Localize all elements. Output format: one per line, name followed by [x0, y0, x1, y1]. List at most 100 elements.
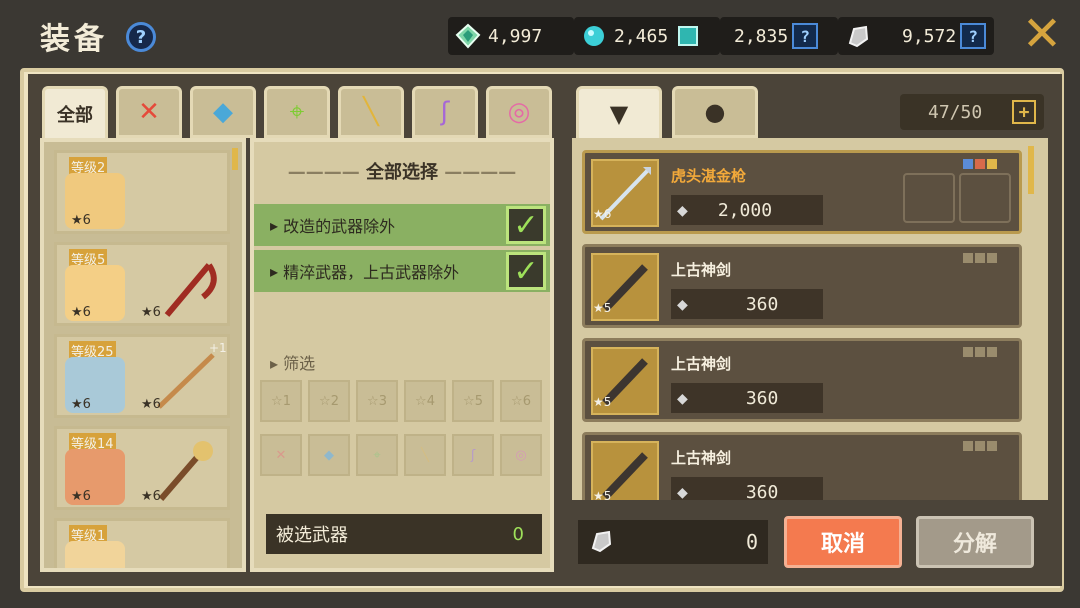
- tab-staff[interactable]: ʃ: [412, 86, 478, 138]
- type-filter-staff[interactable]: ʃ: [452, 434, 494, 476]
- inventory-count: 47/50 +: [900, 94, 1044, 130]
- star-filter-3[interactable]: ☆ 3: [356, 380, 398, 422]
- scrollbar[interactable]: [1028, 146, 1034, 194]
- resource-gem: 2,465: [574, 17, 720, 55]
- star-filter-1[interactable]: ☆ 1: [260, 380, 302, 422]
- inventory-count-value: 47/50: [928, 101, 983, 123]
- resource-value: 2,835: [734, 25, 789, 47]
- hero-star: ★6: [71, 489, 91, 504]
- lock-slot[interactable]: [959, 173, 1011, 223]
- page-title: 装备: [40, 22, 108, 57]
- weapon-star: ★6: [593, 207, 612, 221]
- resource-ore: 9,572 ?: [838, 17, 994, 55]
- sword-icon: ✕: [138, 97, 160, 127]
- type-filter-sword[interactable]: ✕: [260, 434, 302, 476]
- tab-rifle[interactable]: ╲: [338, 86, 404, 138]
- staff-icon: ʃ: [440, 97, 450, 127]
- option-label: 精淬武器，上古武器除外: [283, 263, 460, 282]
- resource-cube: 2,835 ?: [720, 17, 838, 55]
- hero-star: ★6: [71, 305, 91, 320]
- hero-item[interactable]: 等级5 ★6 ★6: [54, 242, 230, 326]
- tab-hammer[interactable]: ◆: [190, 86, 256, 138]
- weapon-name: 上古神剑: [671, 261, 732, 279]
- tab-sword[interactable]: ✕: [116, 86, 182, 138]
- green-crystal-icon: [454, 22, 482, 50]
- rune-slots: [963, 441, 997, 451]
- tab-bow[interactable]: ⌖: [264, 86, 330, 138]
- hero-item[interactable]: 等级14 ★6 ★6: [54, 426, 230, 510]
- tab-ring[interactable]: ◎: [486, 86, 552, 138]
- top-bar: 装备 ? 4,997 2,465 2,835 ? 9,572 ? ✕: [0, 0, 1080, 68]
- weapon-star: ★5: [593, 489, 612, 500]
- select-all-button[interactable]: ———— 全部选择 ————: [254, 158, 550, 184]
- ore-total: 0: [578, 520, 768, 564]
- hammer-icon: ◆: [213, 97, 233, 127]
- weapon-price: ◆ 2,000: [671, 195, 823, 225]
- help-button[interactable]: ?: [126, 22, 156, 52]
- lock-slot[interactable]: [903, 173, 955, 223]
- weapon-name: 虎头湛金枪: [671, 167, 747, 185]
- weapon-list[interactable]: ★6 虎头湛金枪 ◆ 2,000 ★5 上古神剑 ◆ 360 ★5 上古神剑 ◆…: [572, 138, 1048, 500]
- hero-list[interactable]: 等级2 ★6 等级5 ★6 ★6 等级25 ★6 +1 ★6 等级14 ★6 ★…: [40, 138, 246, 572]
- selected-weapons-count: 被选武器 0: [266, 514, 542, 554]
- type-filter-bow[interactable]: ⌖: [356, 434, 398, 476]
- bow-icon: ⌖: [289, 96, 305, 127]
- weapon-star: ★6: [141, 305, 161, 320]
- star-filter-4[interactable]: ☆ 4: [404, 380, 446, 422]
- cancel-button[interactable]: 取消: [784, 516, 902, 568]
- sword-down-icon: ▼: [609, 100, 629, 128]
- cyan-gem-icon: [580, 22, 608, 50]
- steel-ore-icon: ◆: [677, 481, 688, 501]
- checkbox-checked-icon[interactable]: ✓: [506, 252, 546, 290]
- steel-ore-icon: [588, 528, 614, 559]
- help-icon[interactable]: ?: [960, 23, 987, 49]
- selected-count: 0: [512, 523, 524, 545]
- weapon-card[interactable]: ★6 虎头湛金枪 ◆ 2,000: [582, 150, 1022, 234]
- help-icon[interactable]: ?: [792, 23, 819, 49]
- star-filter-5[interactable]: ☆ 5: [452, 380, 494, 422]
- steel-ore-icon: ◆: [677, 293, 688, 315]
- type-filter-hammer[interactable]: ◆: [308, 434, 350, 476]
- rune-slots: [963, 159, 997, 169]
- hero-star: ★6: [71, 213, 91, 228]
- decompose-button[interactable]: 分解: [916, 516, 1034, 568]
- hero-item[interactable]: 等级25 ★6 +1 ★6: [54, 334, 230, 418]
- steel-ore-icon: ◆: [677, 199, 688, 221]
- ore-total-value: 0: [745, 530, 758, 554]
- option-exclude-refined[interactable]: ▸ 精淬武器，上古武器除外 ✓: [254, 250, 550, 292]
- scrollbar[interactable]: [232, 148, 238, 170]
- type-filter-ring[interactable]: ◎: [500, 434, 542, 476]
- rune-slots: [963, 253, 997, 263]
- teal-cube-icon: [674, 22, 702, 50]
- expand-inventory-button[interactable]: +: [1012, 100, 1036, 124]
- tab-weapons[interactable]: ▼: [576, 86, 662, 142]
- type-filter-rifle[interactable]: ╲: [404, 434, 446, 476]
- rifle-icon: ╲: [363, 97, 379, 127]
- weapon-star: ★6: [141, 489, 161, 504]
- tab-items[interactable]: ●: [672, 86, 758, 138]
- weapon-star: ★5: [593, 301, 612, 315]
- star-filter-6[interactable]: ☆ 6: [500, 380, 542, 422]
- close-icon[interactable]: ✕: [1020, 10, 1064, 58]
- hero-star: ★6: [71, 397, 91, 412]
- option-exclude-modified[interactable]: ▸ 改造的武器除外 ✓: [254, 204, 550, 246]
- resource-value: 9,572: [902, 25, 957, 47]
- rune-slots: [963, 347, 997, 357]
- hero-item[interactable]: 等级2 ★6: [54, 150, 230, 234]
- ring-icon: ◎: [507, 97, 531, 127]
- weapon-star: ★5: [593, 395, 612, 409]
- option-label: 改造的武器除外: [283, 217, 396, 236]
- star-filter-2[interactable]: ☆ 2: [308, 380, 350, 422]
- checkbox-checked-icon[interactable]: ✓: [506, 206, 546, 244]
- tab-all[interactable]: 全部: [42, 86, 108, 142]
- upgrade-plus: +1: [209, 341, 227, 355]
- steel-ore-icon: ◆: [677, 387, 688, 409]
- resource-value: 2,465: [614, 25, 669, 47]
- weapon-card[interactable]: ★5 上古神剑 ◆ 360: [582, 338, 1022, 422]
- filter-title: ▸ 筛选: [270, 354, 316, 373]
- weapon-card[interactable]: ★5 上古神剑 ◆ 360: [582, 432, 1022, 500]
- weapon-card[interactable]: ★5 上古神剑 ◆ 360: [582, 244, 1022, 328]
- resource-crystal: 4,997: [448, 17, 574, 55]
- selected-label: 被选武器: [276, 525, 348, 546]
- hero-item[interactable]: 等级1: [54, 518, 230, 568]
